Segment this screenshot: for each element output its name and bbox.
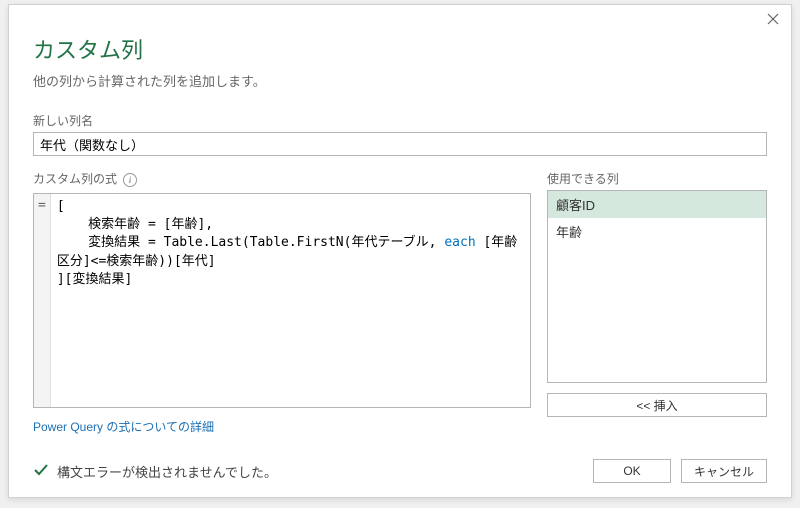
- formula-label-row: カスタム列の式 i: [33, 170, 531, 190]
- footer: 構文エラーが検出されませんでした。 OK キャンセル: [33, 459, 767, 483]
- cancel-button[interactable]: キャンセル: [681, 459, 767, 483]
- available-item[interactable]: 顧客ID: [548, 191, 766, 218]
- new-column-label: 新しい列名: [33, 112, 767, 129]
- dialog-title: カスタム列: [33, 33, 767, 65]
- available-label: 使用できる列: [547, 170, 767, 187]
- button-row: OK キャンセル: [593, 459, 767, 483]
- dialog-subtitle: 他の列から計算された列を追加します。: [33, 71, 767, 90]
- link-row: Power Query の式についての詳細: [33, 418, 531, 435]
- info-icon[interactable]: i: [123, 173, 137, 187]
- available-column: 使用できる列 顧客ID 年齢 << 挿入: [547, 170, 767, 435]
- formula-input[interactable]: [ 検索年齢 = [年齢], 変換結果 = Table.Last(Table.F…: [51, 194, 530, 407]
- formula-input-wrap: = [ 検索年齢 = [年齢], 変換結果 = Table.Last(Table…: [33, 193, 531, 408]
- titlebar: [9, 5, 791, 29]
- ok-button[interactable]: OK: [593, 459, 671, 483]
- formula-prefix: =: [34, 194, 51, 407]
- available-item[interactable]: 年齢: [548, 218, 766, 245]
- insert-button[interactable]: << 挿入: [547, 393, 767, 417]
- available-list[interactable]: 顧客ID 年齢: [547, 190, 767, 383]
- dialog-content: カスタム列 他の列から計算された列を追加します。 新しい列名 カスタム列の式 i…: [9, 29, 791, 497]
- columns-area: カスタム列の式 i = [ 検索年齢 = [年齢], 変換結果 = Table.…: [33, 170, 767, 435]
- formula-column: カスタム列の式 i = [ 検索年齢 = [年齢], 変換結果 = Table.…: [33, 170, 531, 435]
- close-icon[interactable]: [761, 9, 785, 29]
- check-icon: [33, 462, 49, 481]
- formula-label: カスタム列の式: [33, 170, 117, 187]
- new-column-input[interactable]: [33, 132, 767, 156]
- pq-docs-link[interactable]: Power Query の式についての詳細: [33, 420, 214, 434]
- status-text: 構文エラーが検出されませんでした。: [57, 462, 277, 481]
- custom-column-dialog: カスタム列 他の列から計算された列を追加します。 新しい列名 カスタム列の式 i…: [8, 4, 792, 498]
- status-row: 構文エラーが検出されませんでした。: [33, 462, 277, 481]
